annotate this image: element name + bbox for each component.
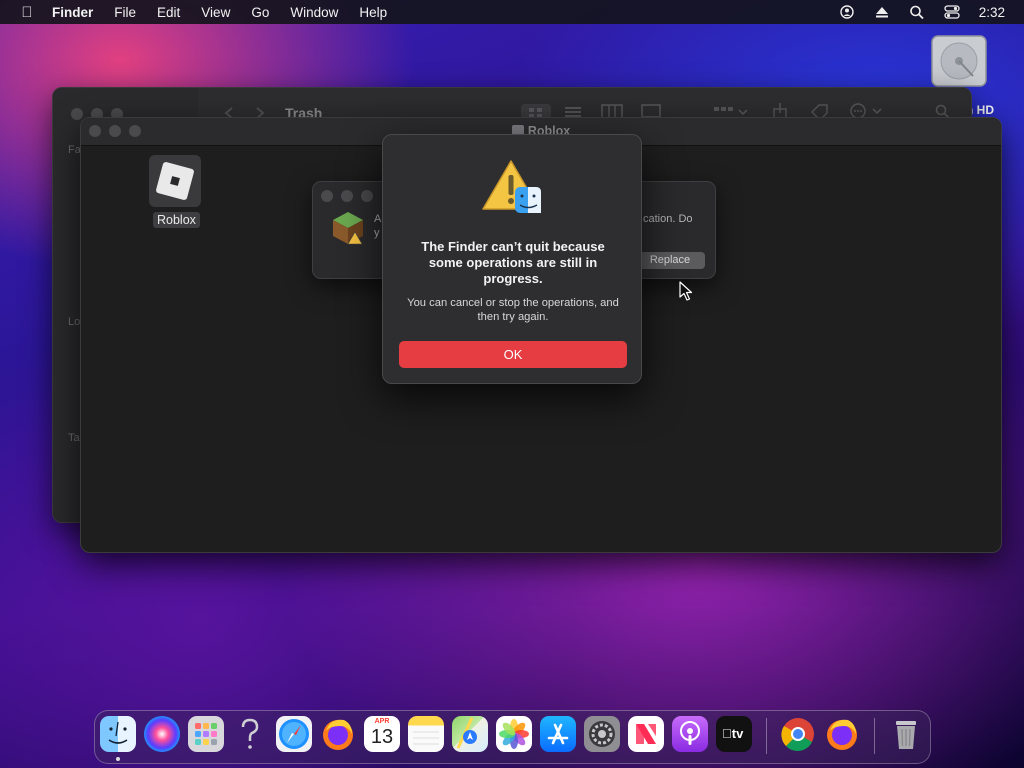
menu-window[interactable]: Window xyxy=(290,5,338,20)
dock-separator xyxy=(874,718,875,754)
help-icon[interactable] xyxy=(232,716,268,752)
calendar-icon[interactable]: APR 13 xyxy=(364,716,400,752)
eject-icon[interactable] xyxy=(874,5,890,19)
dock-separator xyxy=(766,718,767,754)
apple-tv-icon[interactable]: tv xyxy=(716,716,752,752)
control-center-icon[interactable] xyxy=(944,5,960,19)
photos-icon[interactable] xyxy=(496,716,532,752)
alert-title: The Finder can’t quit because some opera… xyxy=(421,239,605,286)
calendar-day: 13 xyxy=(370,726,394,748)
search-icon[interactable] xyxy=(909,5,925,20)
calendar-month: APR xyxy=(374,718,390,725)
menu-view[interactable]: View xyxy=(201,5,230,20)
ok-button[interactable]: OK xyxy=(399,341,627,368)
user-icon[interactable] xyxy=(839,5,855,19)
replace-dialog-zoom-button[interactable] xyxy=(361,190,373,202)
sidebar-heading-locations: Lo xyxy=(68,316,81,328)
sidebar-heading-favorites: Fa xyxy=(68,144,81,156)
chrome-icon[interactable] xyxy=(780,716,816,752)
menu-bar:  Finder File Edit View Go Window Help 2… xyxy=(0,0,1024,24)
podcasts-icon[interactable] xyxy=(672,716,708,752)
menu-app-finder[interactable]: Finder xyxy=(52,5,93,20)
alert-message: You can cancel or stop the operations, a… xyxy=(407,297,619,323)
apple-tv-text: tv xyxy=(722,726,744,741)
menu-help[interactable]: Help xyxy=(359,5,387,20)
warning-finder-icon xyxy=(481,157,545,219)
replace-dialog-text-right: cation. Do xyxy=(643,213,693,225)
finder-running-indicator xyxy=(116,757,120,761)
replace-button[interactable]: Replace xyxy=(635,252,705,269)
replace-dialog-text-line1: A xyxy=(374,213,382,225)
notes-icon[interactable] xyxy=(408,716,444,752)
sidebar-heading-tags: Ta xyxy=(68,432,80,444)
menu-go[interactable]: Go xyxy=(251,5,269,20)
siri-icon[interactable] xyxy=(144,716,180,752)
launchpad-icon[interactable] xyxy=(188,716,224,752)
firefox-icon[interactable] xyxy=(824,716,860,752)
trash-icon[interactable] xyxy=(888,716,924,752)
apple-tv-label: tv xyxy=(722,726,743,741)
roblox-app-icon[interactable] xyxy=(149,155,201,207)
apple-menu-icon[interactable]:  xyxy=(14,4,40,21)
replace-dialog-text-line2: y xyxy=(374,227,380,239)
menu-edit[interactable]: Edit xyxy=(157,5,180,20)
news-icon[interactable] xyxy=(628,716,664,752)
finder-icon[interactable] xyxy=(100,716,136,752)
mouse-cursor-icon xyxy=(679,281,693,301)
system-preferences-icon[interactable] xyxy=(584,716,620,752)
hard-drive-icon[interactable] xyxy=(930,34,988,90)
menu-file[interactable]: File xyxy=(114,5,136,20)
safari-icon[interactable] xyxy=(276,716,312,752)
roblox-file-label[interactable]: Roblox xyxy=(153,212,200,228)
replace-dialog-minimize-button[interactable] xyxy=(341,190,353,202)
replace-dialog-close-button[interactable] xyxy=(321,190,333,202)
trash-close-button[interactable] xyxy=(71,108,83,120)
firefox-icon[interactable] xyxy=(320,716,356,752)
app-store-icon[interactable] xyxy=(540,716,576,752)
finder-alert-dialog[interactable]: The Finder can’t quit because some opera… xyxy=(382,134,642,384)
maps-icon[interactable] xyxy=(452,716,488,752)
menu-clock[interactable]: 2:32 xyxy=(979,5,1005,20)
minecraft-file-icon xyxy=(331,210,365,246)
